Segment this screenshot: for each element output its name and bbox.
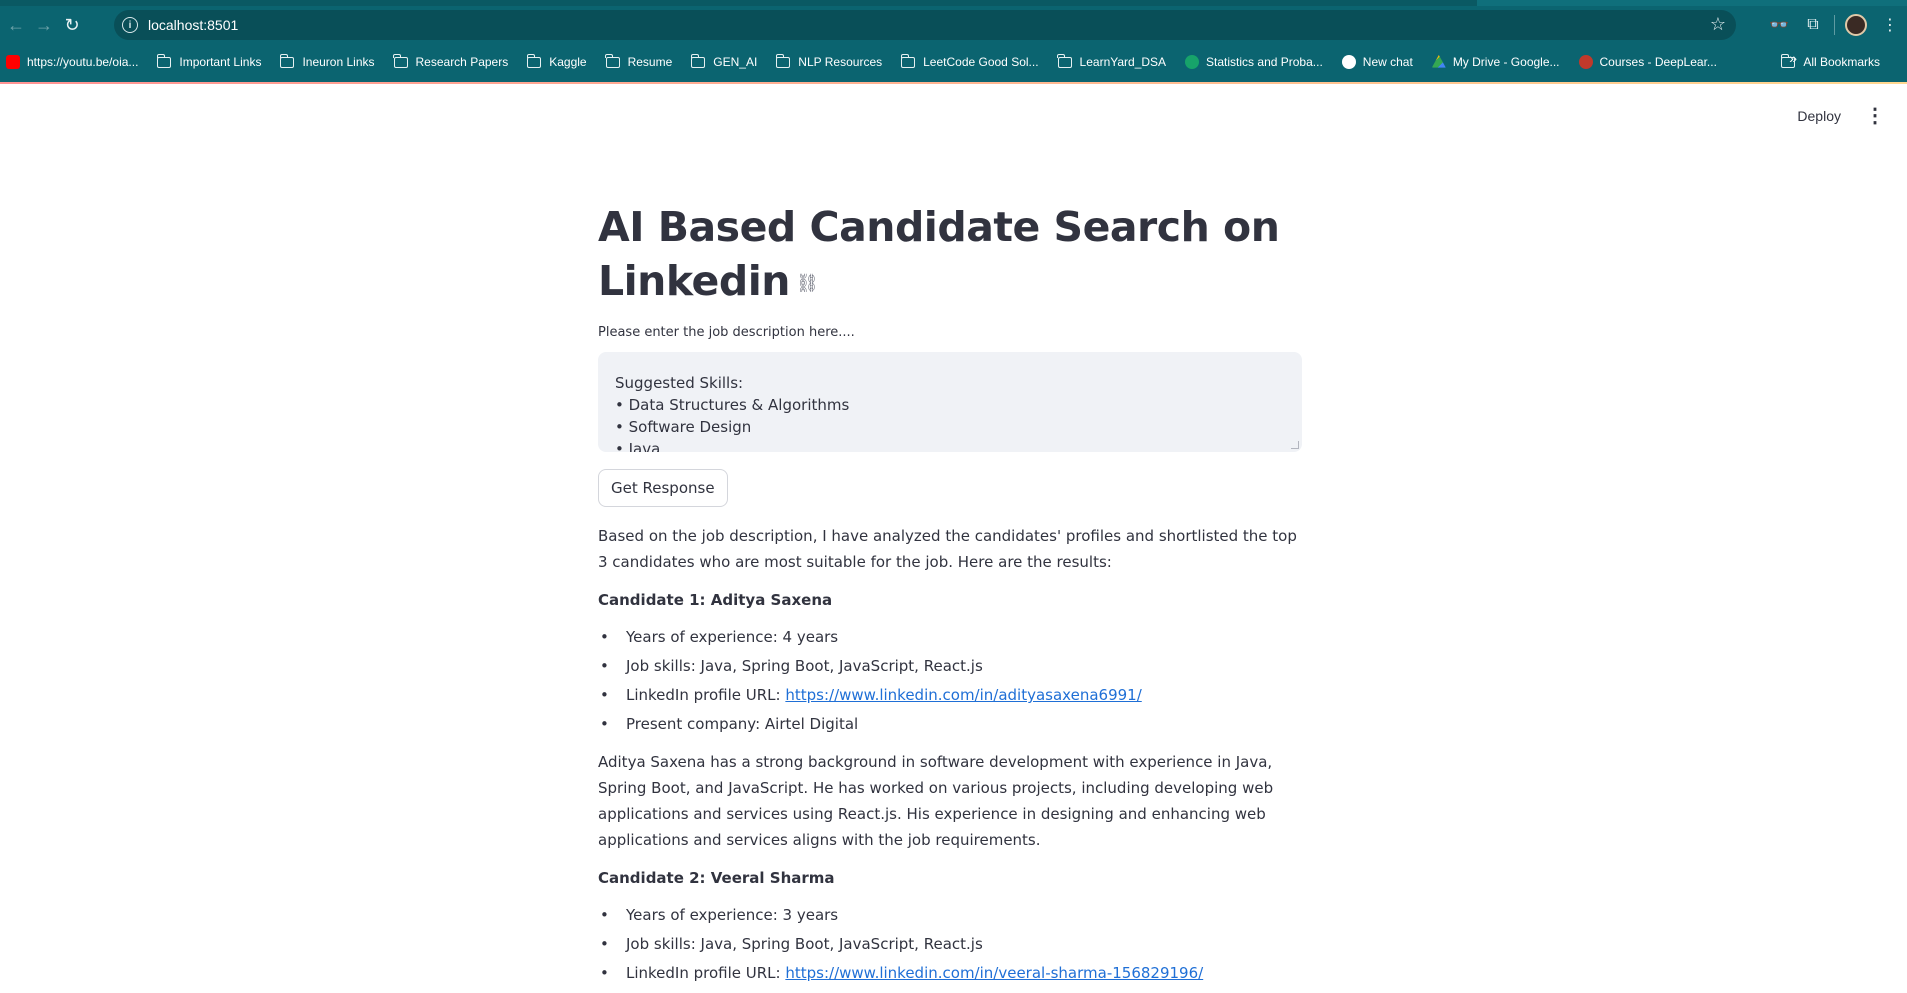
- bookmark-label: New chat: [1362, 55, 1413, 69]
- statistics-icon: [1185, 55, 1200, 69]
- folder-icon: [605, 53, 620, 68]
- resize-handle[interactable]: [1291, 441, 1299, 449]
- bookmark-star-icon[interactable]: ☆: [1710, 14, 1726, 35]
- back-arrow-icon[interactable]: ←: [2, 11, 30, 39]
- page-title: AI Based Candidate Search on Linkedin ⛓: [598, 200, 1302, 311]
- list-item: Present company: Airtel Digital: [598, 710, 1302, 739]
- textarea-line: • Software Design: [615, 418, 752, 436]
- bookmark-item[interactable]: New chat: [1341, 55, 1413, 69]
- folder-icon: [526, 53, 542, 68]
- list-item: LinkedIn profile URL: https://www.linked…: [598, 681, 1302, 710]
- tab-strip: [0, 0, 1907, 6]
- job-description-label: Please enter the job description here...…: [598, 325, 855, 340]
- folder-icon: [900, 53, 916, 68]
- forward-arrow-icon[interactable]: →: [30, 11, 58, 39]
- address-url[interactable]: localhost:8501: [148, 17, 238, 33]
- reload-icon[interactable]: ↻: [58, 11, 86, 39]
- textarea-line: Suggested Skills:: [615, 374, 744, 392]
- bookmark-item[interactable]: Statistics and Proba...: [1185, 55, 1323, 69]
- extensions-puzzle-icon[interactable]: ⧉: [1796, 11, 1830, 39]
- textarea-line: • Java: [615, 440, 661, 452]
- profile-avatar[interactable]: [1839, 11, 1873, 39]
- bookmark-label: GEN_AI: [713, 55, 758, 69]
- bookmark-label: Statistics and Proba...: [1206, 55, 1323, 69]
- page-title-text: AI Based Candidate Search on Linkedin: [598, 203, 1280, 305]
- bookmark-label: https://youtu.be/oia...: [27, 55, 139, 69]
- bookmark-label: Kaggle: [549, 55, 587, 69]
- folder-icon: [1057, 53, 1072, 68]
- google-drive-icon: [1431, 55, 1446, 68]
- get-response-button[interactable]: Get Response: [598, 469, 728, 507]
- anchor-link-icon[interactable]: ⛓: [796, 273, 819, 294]
- browser-chrome: ← → ↻ i localhost:8501 ☆ 👓 ⧉ ⋮ https://y…: [0, 0, 1907, 82]
- bookmarks-bar: https://youtu.be/oia... Important Links In…: [0, 50, 1907, 74]
- bookmark-item[interactable]: Resume: [605, 53, 673, 69]
- job-description-textarea[interactable]: Suggested Skills: • Data Structures & Al…: [598, 352, 1302, 452]
- deeplearning-icon: [1578, 55, 1593, 69]
- linkedin-profile-link[interactable]: https://www.linkedin.com/in/adityasaxena…: [785, 686, 1141, 704]
- toolbar-divider: [1834, 15, 1835, 35]
- bookmark-label: Courses - DeepLear...: [1599, 55, 1717, 69]
- candidate-summary: Aditya Saxena has a strong background in…: [598, 753, 1274, 849]
- bookmark-item[interactable]: Courses - DeepLear...: [1578, 55, 1717, 69]
- site-info-icon[interactable]: i: [122, 17, 138, 33]
- list-item: Years of experience: 3 years: [598, 901, 1302, 930]
- browser-toolbar: ← → ↻ i localhost:8501 ☆ 👓 ⧉ ⋮: [0, 8, 1907, 42]
- list-item: LinkedIn profile URL: https://www.linked…: [598, 959, 1302, 988]
- streamlit-decoration-bar: [0, 82, 1907, 84]
- candidate-details-list: Years of experience: 4 years Job skills:…: [598, 623, 1302, 739]
- bookmark-label: LearnYard_DSA: [1079, 55, 1167, 69]
- bookmark-label: LeetCode Good Sol...: [923, 55, 1039, 69]
- all-bookmarks[interactable]: All Bookmarks: [1780, 50, 1899, 74]
- chatgpt-icon: [1341, 55, 1356, 69]
- youtube-icon: [6, 55, 20, 69]
- toolbar-right: 👓 ⧉ ⋮: [1762, 8, 1907, 42]
- bookmark-label: NLP Resources: [798, 55, 883, 69]
- folder-icon: [775, 53, 791, 68]
- main-menu-icon[interactable]: ⋮: [1865, 106, 1885, 126]
- linkedin-label: LinkedIn profile URL:: [626, 964, 786, 982]
- bookmark-item[interactable]: LearnYard_DSA: [1057, 53, 1167, 69]
- bookmark-item[interactable]: https://youtu.be/oia...: [6, 55, 138, 69]
- candidate-details-list: Years of experience: 3 years Job skills:…: [598, 901, 1302, 988]
- bookmark-item[interactable]: My Drive - Google...: [1431, 55, 1560, 69]
- folder-icon: [1780, 53, 1796, 68]
- list-item: Job skills: Java, Spring Boot, JavaScrip…: [598, 930, 1302, 959]
- bookmark-label: Important Links: [179, 55, 262, 69]
- candidate-heading: Candidate 1: Aditya Saxena: [598, 591, 833, 609]
- address-bar[interactable]: i localhost:8501 ☆: [114, 10, 1736, 40]
- folder-icon: [393, 53, 408, 68]
- deploy-button[interactable]: Deploy: [1797, 108, 1841, 124]
- app-header: Deploy ⋮: [1797, 106, 1885, 126]
- bookmark-item[interactable]: GEN_AI: [690, 53, 758, 69]
- response-intro: Based on the job description, I have ana…: [598, 527, 1297, 571]
- folder-icon: [156, 53, 172, 68]
- list-item: Years of experience: 4 years: [598, 623, 1302, 652]
- bookmark-label: Ineuron Links: [302, 55, 375, 69]
- bookmark-label: Research Papers: [415, 55, 509, 69]
- incognito-extension-icon[interactable]: 👓: [1762, 11, 1796, 39]
- linkedin-label: LinkedIn profile URL:: [626, 686, 786, 704]
- textarea-line: • Data Structures & Algorithms: [615, 396, 850, 414]
- bookmark-item[interactable]: Important Links: [156, 53, 262, 69]
- folder-icon: [279, 53, 295, 68]
- bookmark-item[interactable]: Ineuron Links: [279, 53, 375, 69]
- bookmark-label: My Drive - Google...: [1452, 55, 1560, 69]
- bookmark-label: Resume: [627, 55, 673, 69]
- all-bookmarks-label[interactable]: All Bookmarks: [1803, 55, 1880, 69]
- browser-menu-icon[interactable]: ⋮: [1873, 11, 1907, 39]
- linkedin-profile-link[interactable]: https://www.linkedin.com/in/veeral-sharm…: [785, 964, 1203, 982]
- tab-hint: [1477, 0, 1907, 6]
- main-content: AI Based Candidate Search on Linkedin ⛓ P…: [598, 200, 1302, 988]
- list-item: Job skills: Java, Spring Boot, JavaScrip…: [598, 652, 1302, 681]
- bookmark-item[interactable]: Kaggle: [526, 53, 587, 69]
- candidate-heading: Candidate 2: Veeral Sharma: [598, 869, 835, 887]
- bookmark-item[interactable]: LeetCode Good Sol...: [900, 53, 1039, 69]
- bookmark-item[interactable]: Research Papers: [393, 53, 509, 69]
- folder-icon: [690, 53, 706, 68]
- bookmark-item[interactable]: NLP Resources: [775, 53, 883, 69]
